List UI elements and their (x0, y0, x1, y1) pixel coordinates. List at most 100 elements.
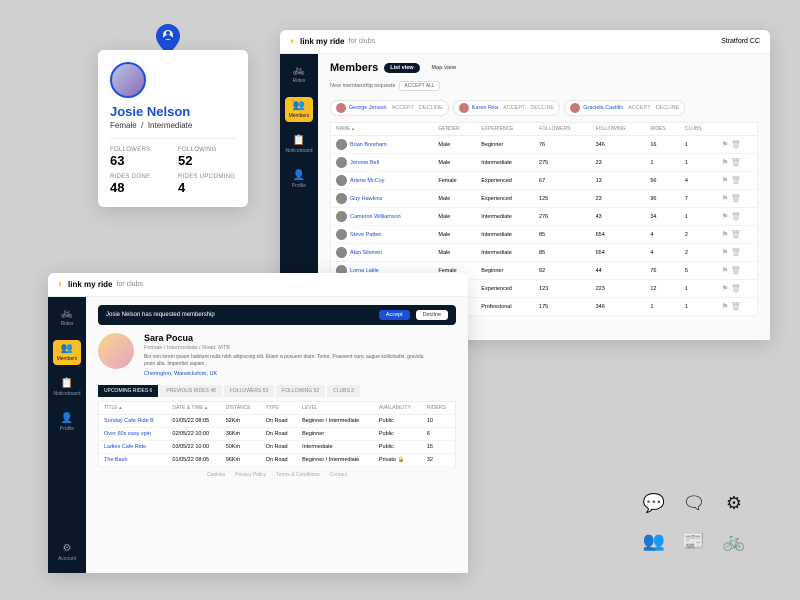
avatar (336, 157, 347, 168)
delete-icon[interactable]: 🗑 (731, 212, 741, 221)
delete-icon[interactable]: 🗑 (731, 266, 741, 275)
view-map[interactable]: Map view (426, 63, 462, 73)
delete-icon[interactable]: 🗑 (731, 176, 741, 185)
nav-profile[interactable]: 👤Profile (53, 410, 81, 435)
table-row[interactable]: Over 60s easy spin02/05/22 10:0036KmOn R… (99, 428, 456, 441)
page-title: Members List view Map view (330, 62, 758, 74)
accept-all-button[interactable]: ACCEPT ALL (399, 81, 439, 91)
bike-icon: 🚲 (720, 527, 748, 555)
flag-icon[interactable]: ⚑ (721, 212, 728, 221)
tab[interactable]: PREVIOUS RIDES 48 (160, 385, 221, 397)
flag-icon[interactable]: ⚑ (721, 176, 728, 185)
avatar (570, 103, 580, 113)
profile-sub: Female / Intermediate (110, 121, 236, 130)
flag-icon[interactable]: ⚑ (721, 266, 728, 275)
accept-link[interactable]: ACCEPT (503, 105, 525, 111)
table-row[interactable]: Steve PattenMaleIntermediate8565442⚑ 🗑 (331, 226, 758, 244)
accept-link[interactable]: ACCEPT (628, 105, 650, 111)
footer-link[interactable]: Terms & Conditions (276, 472, 319, 478)
avatar (98, 333, 134, 369)
logo-icon: ◐ (58, 279, 64, 290)
board-icon: 📋 (293, 135, 305, 146)
avatar (336, 211, 347, 222)
logo-icon: ◐ (290, 36, 296, 47)
user-icon: 👤 (293, 170, 305, 181)
flag-icon[interactable]: ⚑ (721, 284, 728, 293)
nav-noticeboard[interactable]: 📋Noticeboard (53, 375, 81, 400)
people-icon: 👥 (640, 527, 668, 555)
tab[interactable]: UPCOMING RIDES 6 (98, 385, 158, 397)
news-icon: 📰 (680, 527, 708, 555)
table-row[interactable]: Jerome BellMaleIntermediate2752311⚑ 🗑 (331, 154, 758, 172)
tab[interactable]: CLUBS 3 (327, 385, 360, 397)
delete-icon[interactable]: 🗑 (731, 302, 741, 311)
request-name[interactable]: Karen Rea (472, 105, 498, 111)
footer-link[interactable]: Cookies (207, 472, 225, 478)
profile-card: Josie Nelson Female / Intermediate FOLLO… (98, 50, 248, 207)
avatar (336, 229, 347, 240)
delete-icon[interactable]: 🗑 (731, 140, 741, 149)
table-row[interactable]: Sunday Cafe Ride B01/05/22 08:0552KmOn R… (99, 415, 456, 428)
member-name: Sara Pocua (144, 333, 424, 343)
nav-noticeboard[interactable]: 📋Noticeboard (285, 132, 313, 157)
flag-icon[interactable]: ⚑ (721, 248, 728, 257)
avatar (336, 139, 347, 150)
table-row[interactable]: Alan SilvestriMaleIntermediate8565442⚑ 🗑 (331, 244, 758, 262)
rides-table: TITLE ▴DATE & TIME ▴DISTANCETYPELEVELAVA… (98, 401, 456, 467)
gear-icon: ⚙ (720, 489, 748, 517)
location-link[interactable]: Cherington, Warwickshire, UK (144, 371, 424, 377)
request-name[interactable]: George Jenson (349, 105, 387, 111)
decline-link[interactable]: DECLINE (419, 105, 443, 111)
table-row[interactable]: Guy HawkinsMaleExperienced12523967⚑ 🗑 (331, 190, 758, 208)
accept-link[interactable]: ACCEPT (392, 105, 414, 111)
nav-account[interactable]: ⚙Account (53, 540, 81, 565)
delete-icon[interactable]: 🗑 (731, 158, 741, 167)
avatar (336, 103, 346, 113)
avatar (336, 247, 347, 258)
request-banner: Josie Nelson has requested membership Ac… (98, 305, 456, 325)
nav-members[interactable]: 👥Members (53, 340, 81, 365)
nav-rides[interactable]: 🚲Rides (53, 305, 81, 330)
people-icon: 👥 (293, 100, 305, 111)
footer-link[interactable]: Privacy Policy (235, 472, 266, 478)
request-chip: George Jenson ACCEPT DECLINE (330, 100, 449, 116)
tab[interactable]: FOLLOWING 52 (276, 385, 325, 397)
footer-link[interactable]: Contact (330, 472, 347, 478)
request-name[interactable]: Graciela Castillo (583, 105, 623, 111)
table-row[interactable]: Cameron WilliamsonMaleIntermediate276433… (331, 208, 758, 226)
avatar (110, 62, 146, 98)
avatar (459, 103, 469, 113)
club-name: Stratford CC (721, 38, 760, 45)
delete-icon[interactable]: 🗑 (731, 248, 741, 257)
delete-icon[interactable]: 🗑 (731, 230, 741, 239)
flag-icon[interactable]: ⚑ (721, 302, 728, 311)
chat-icon: 💬 (640, 489, 668, 517)
table-row[interactable]: Arlene McCoyFemaleExperienced6713564⚑ 🗑 (331, 172, 758, 190)
table-row[interactable]: The Bash01/05/22 08:0596KmOn RoadBeginne… (99, 454, 456, 467)
nav-members[interactable]: 👥Members (285, 97, 313, 122)
decline-button[interactable]: Decline (416, 310, 448, 320)
accept-button[interactable]: Accept (379, 310, 410, 320)
table-row[interactable]: Ladies Cafe Ride03/05/22 10:0050KmOn Roa… (99, 441, 456, 454)
table-row[interactable]: Brian BorehamMaleBeginner76346161⚑ 🗑 (331, 136, 758, 154)
profile-window: ◐link my ride for clubs 🚲Rides 👥Members … (48, 273, 468, 573)
tab[interactable]: FOLLOWERS 63 (224, 385, 274, 397)
topbar: ◐link my ride for clubs Stratford CC (280, 30, 770, 54)
decline-link[interactable]: DECLINE (656, 105, 680, 111)
avatar (336, 175, 347, 186)
view-list[interactable]: List view (384, 63, 419, 73)
decline-link[interactable]: DECLINE (530, 105, 554, 111)
nav-rides[interactable]: 🚲Rides (285, 62, 313, 87)
icon-palette: 💬 🗨 ⚙ 👥 📰 🚲 (640, 489, 750, 555)
request-chip: Graciela Castillo ACCEPT DECLINE (564, 100, 685, 116)
flag-icon[interactable]: ⚑ (721, 194, 728, 203)
flag-icon[interactable]: ⚑ (721, 158, 728, 167)
bike-icon: 🚲 (293, 65, 305, 76)
flag-icon[interactable]: ⚑ (721, 140, 728, 149)
profile-name: Josie Nelson (110, 104, 236, 119)
nav-profile[interactable]: 👤Profile (285, 167, 313, 192)
delete-icon[interactable]: 🗑 (731, 284, 741, 293)
flag-icon[interactable]: ⚑ (721, 230, 728, 239)
request-chip: Karen Rea ACCEPT DECLINE (453, 100, 560, 116)
delete-icon[interactable]: 🗑 (731, 194, 741, 203)
